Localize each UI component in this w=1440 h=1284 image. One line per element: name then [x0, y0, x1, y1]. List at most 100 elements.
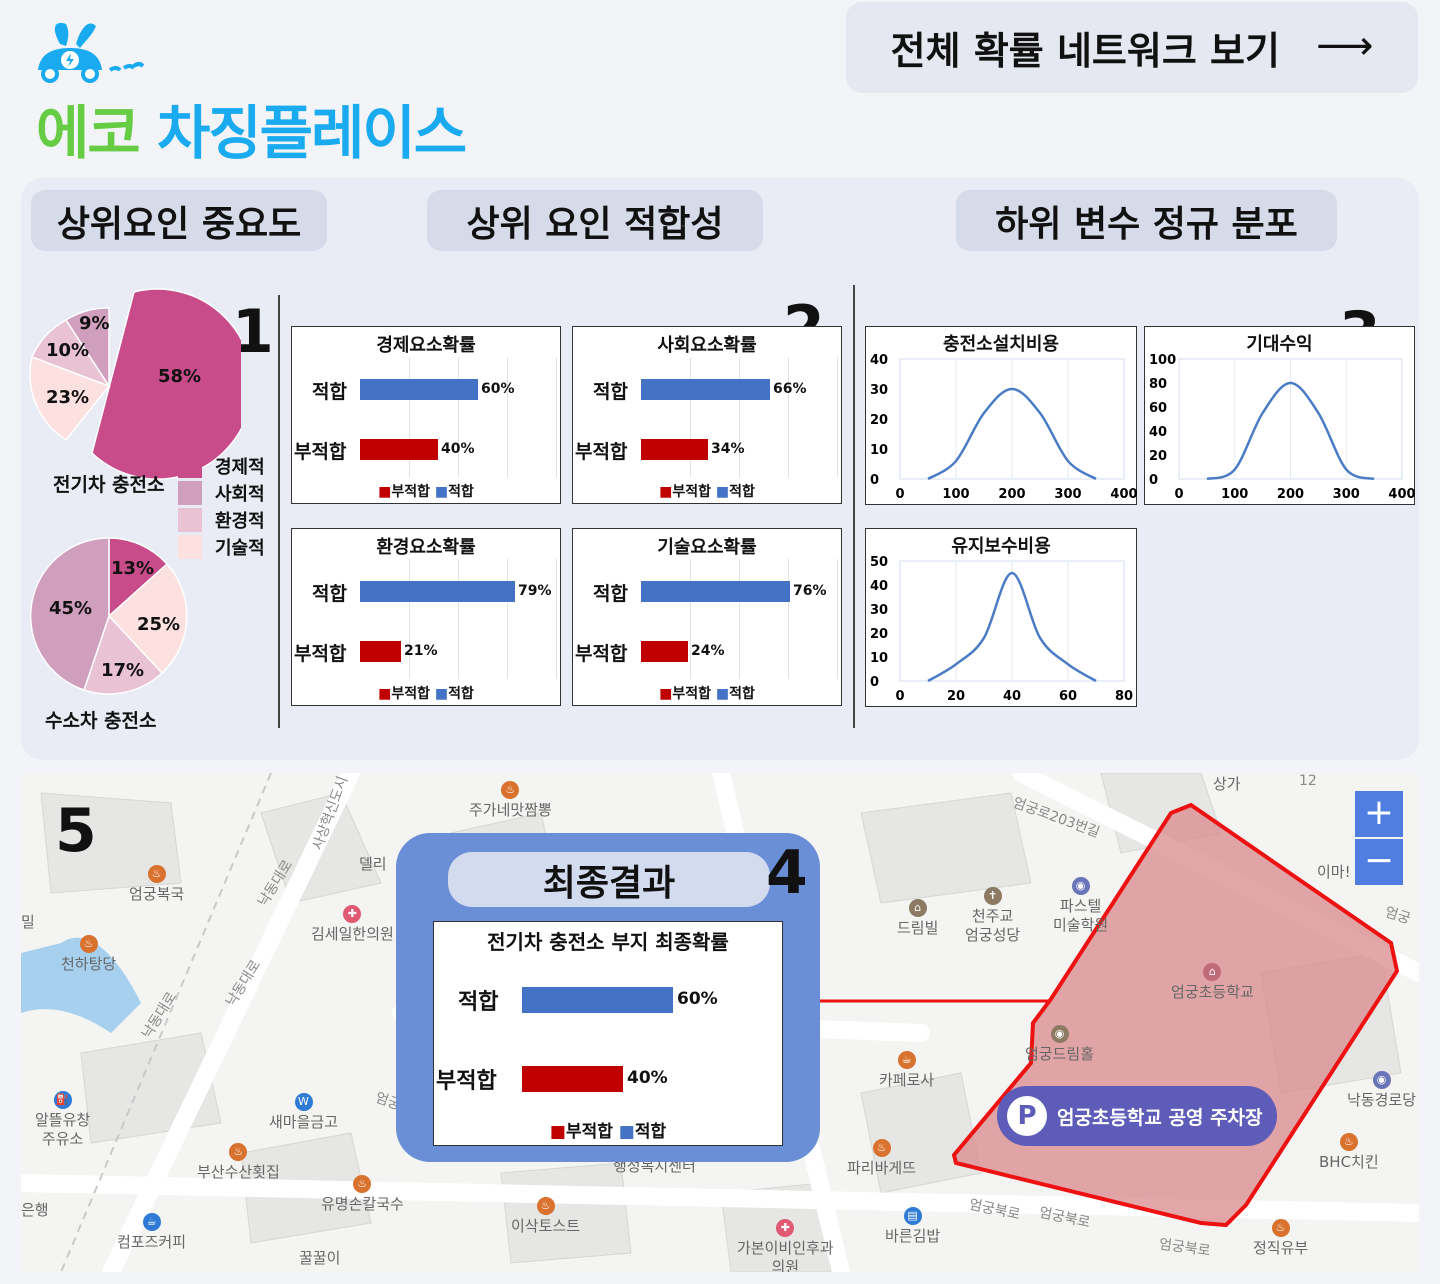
fit-chart: 사회요소확률 적합 부적합 66% 34% ■부적합 ■적합: [572, 326, 842, 504]
unfit-value: 24%: [691, 643, 725, 659]
chart-legend: ■부적합 ■적합: [378, 484, 474, 500]
poi-bakery[interactable]: ♨ 파리바게뜨: [847, 1139, 916, 1178]
poi-hall[interactable]: ◉ 엄궁드림홀: [1025, 1025, 1094, 1064]
x-tick-label: 0: [895, 689, 904, 704]
x-tick-label: 300: [1054, 487, 1081, 502]
poi-coffee[interactable]: ☕ 컴포즈커피: [117, 1213, 186, 1252]
view-network-button[interactable]: 전체 확률 네트워크 보기 ⟶: [846, 2, 1418, 93]
fit-value: 79%: [518, 583, 552, 599]
ev-pie-caption: 전기차 충전소: [53, 474, 165, 496]
fit-label: 적합: [312, 583, 347, 605]
poi-gas-station[interactable]: ⛽ 알뜰유창 주유소: [35, 1091, 90, 1149]
poi-ent-clinic[interactable]: ✚ 가본이비인후과 의원: [737, 1219, 834, 1272]
unfit-bar: [522, 1066, 623, 1092]
poi-restaurant[interactable]: ♨ 부산수산횟집: [197, 1143, 280, 1182]
poi-bank[interactable]: 은행: [21, 1201, 49, 1220]
chart-legend: ■부적합 ■적합: [659, 686, 755, 702]
install-cost-chart: 충전소설치비용 0 100 200 300 400 0 10 20 30 40: [865, 326, 1138, 505]
gridline: [458, 559, 459, 679]
ev-pie-label-economic: 58%: [158, 366, 202, 387]
chart-title: 기술요소확률: [657, 537, 757, 558]
ev-pie-label-social: 9%: [79, 313, 110, 334]
poi-restaurant[interactable]: ♨ 주가네맛짬뽕: [469, 781, 552, 820]
parking-marker[interactable]: P 엄궁초등학교 공영 주차장: [997, 1086, 1277, 1146]
fit-bar: [522, 987, 673, 1013]
tab-factor-suitability[interactable]: 상위 요인 적합성: [427, 190, 763, 251]
poi-emart[interactable]: 이마!: [1317, 863, 1351, 882]
x-tick-label: 100: [942, 487, 969, 502]
y-tick-label: 10: [870, 651, 888, 666]
unfit-label: 부적합: [294, 643, 347, 665]
fit-value: 60%: [677, 989, 718, 1009]
fit-chart: 경제요소확률 적합 부적합 60% 40% ■부적합 ■적합: [291, 326, 561, 504]
h2-pie-label-technical: 25%: [137, 614, 181, 635]
y-tick-label: 50: [870, 555, 888, 570]
x-tick-label: 200: [1277, 487, 1304, 502]
poi-building[interactable]: ⌂ 드림빌: [897, 899, 938, 938]
unfit-label: 부적합: [575, 643, 628, 665]
poi-deli[interactable]: 델리: [359, 855, 387, 874]
ev-pie-label-environmental: 10%: [46, 340, 90, 361]
expected-revenue-chart: 기대수익 0 100 200 300 400 0 20 40 60 80 100: [1144, 326, 1416, 505]
unfit-label: 부적합: [436, 1069, 497, 1094]
parking-label: 엄궁초등학교 공영 주차장: [1057, 1106, 1263, 1129]
unfit-value: 21%: [404, 643, 438, 659]
gridline: [788, 357, 789, 477]
gridline: [409, 559, 410, 679]
fit-value: 76%: [793, 583, 827, 599]
poi-restaurant[interactable]: ♨ 이삭토스트: [511, 1197, 580, 1236]
poi-church[interactable]: ✝ 천주교 엄궁성당: [965, 887, 1020, 945]
x-tick-label: 60: [1059, 689, 1077, 704]
gridline: [837, 357, 838, 477]
x-tick-label: 400: [1110, 487, 1137, 502]
poi-clinic[interactable]: ✚ 김세일한의원: [311, 905, 394, 944]
fit-value: 66%: [773, 381, 807, 397]
poi-school[interactable]: ⌂ 엄궁초등학교: [1171, 963, 1254, 1002]
gridline: [556, 357, 557, 477]
poi-kimbap[interactable]: ▤ 바른김밥: [885, 1207, 940, 1246]
fit-label: 적합: [593, 381, 628, 403]
poi-restaurant[interactable]: ♨ 유명손칼국수: [321, 1175, 404, 1214]
y-tick-label: 60: [1149, 401, 1167, 416]
poi-cafe[interactable]: ☕ 카페로사: [879, 1051, 934, 1090]
tab-subvariable-distribution[interactable]: 하위 변수 정규 분포: [956, 190, 1337, 251]
zoom-out-button[interactable]: −: [1355, 839, 1403, 885]
y-tick-label: 30: [870, 603, 888, 618]
parking-icon: P: [1007, 1096, 1047, 1136]
poi-academy[interactable]: ◉ 파스텔 미술학원: [1053, 877, 1108, 935]
y-tick-label: 20: [870, 627, 888, 642]
poi-restaurant[interactable]: 꿀꿀이: [299, 1249, 340, 1268]
x-tick-label: 200: [998, 487, 1025, 502]
x-tick-label: 80: [1115, 689, 1133, 704]
legend-item-economic: 경제적: [178, 452, 265, 479]
poi-restaurant[interactable]: ♨ 정직유부: [1253, 1219, 1308, 1258]
y-tick-label: 20: [870, 413, 888, 428]
zoom-in-button[interactable]: +: [1355, 791, 1403, 837]
unfit-bar: [641, 641, 688, 662]
poi-shops[interactable]: 상가: [1213, 775, 1241, 794]
section-number-5: 5: [55, 796, 97, 866]
poi-chicken[interactable]: ♨ BHC치킨: [1319, 1133, 1379, 1172]
y-tick-label: 30: [870, 383, 888, 398]
gridline: [507, 357, 508, 477]
tab-factor-importance[interactable]: 상위요인 중요도: [31, 190, 327, 251]
poi-senior-center[interactable]: ◉ 낙동경로당: [1347, 1071, 1416, 1110]
gridline: [690, 559, 691, 679]
x-tick-label: 0: [1174, 487, 1183, 502]
poi-label[interactable]: 밀: [21, 913, 35, 932]
divider: [853, 285, 855, 728]
chart-legend: ■부적합 ■적합: [378, 686, 474, 702]
y-tick-label: 40: [870, 579, 888, 594]
unfit-value: 40%: [441, 441, 475, 457]
poi-restaurant[interactable]: ♨ 천하탕당: [61, 935, 116, 974]
fit-value: 60%: [481, 381, 515, 397]
street-label: 12: [1299, 773, 1317, 789]
poi-bank[interactable]: W 새마을금고: [269, 1093, 338, 1132]
y-tick-label: 0: [870, 473, 879, 488]
poi-restaurant[interactable]: ♨ 엄궁복국: [129, 865, 184, 904]
legend-item-environmental: 환경적: [178, 506, 265, 533]
unfit-bar: [360, 439, 438, 460]
logo: 에코 차징플레이스: [30, 20, 470, 167]
h2-pie-label-economic: 13%: [111, 558, 155, 579]
chart-title: 전기차 충전소 부지 최종확률: [487, 930, 729, 954]
